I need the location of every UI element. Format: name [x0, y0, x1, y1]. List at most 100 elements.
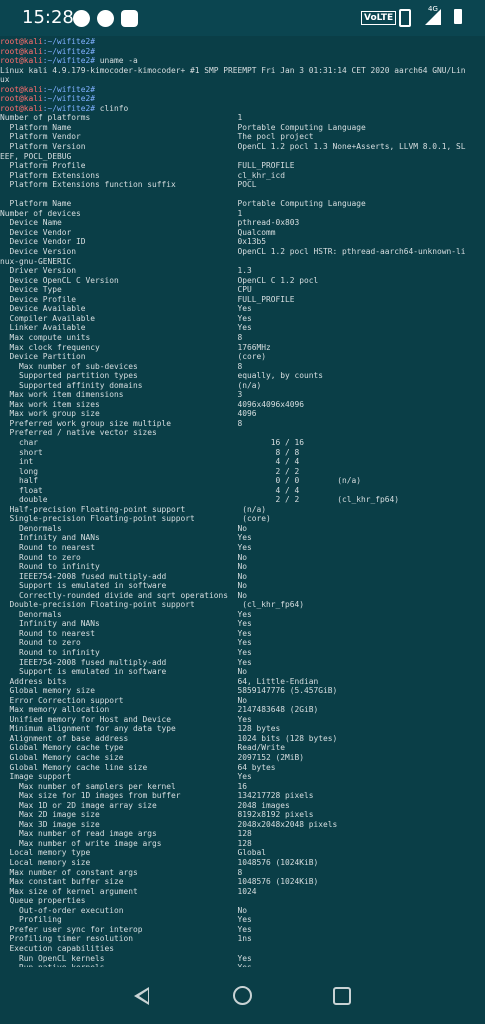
network-type: 4G	[428, 5, 438, 13]
terminal-output-line: Global memory size 5859147776 (5.457GiB)	[0, 686, 338, 696]
terminal-output-line: Queue properties	[0, 896, 86, 906]
terminal-output-line: Platform Version OpenCL 1.2 pocl 1.3 Non…	[0, 142, 466, 152]
terminal-output[interactable]: root@kali:~/wifite2# root@kali:~/wifite2#…	[0, 37, 485, 967]
terminal-output-line: long 2 / 2	[0, 466, 300, 476]
vpn-lock-icon	[121, 10, 138, 27]
terminal-output-line: Half-precision Floating-point support (n…	[0, 504, 267, 514]
terminal-output-line: ux	[0, 75, 10, 85]
terminal-output-line: Correctly-rounded divide and sqrt operat…	[0, 590, 248, 600]
terminal-output-line: Round to zero Yes	[0, 638, 252, 648]
terminal-output-line: Infinity and NANs Yes	[0, 619, 252, 629]
terminal-output-line: Device OpenCL C Version OpenCL C 1.2 poc…	[0, 275, 319, 285]
prompt-user: root@kali	[0, 94, 43, 104]
terminal-output-line: Run native kernels Yes	[0, 963, 485, 967]
terminal-output-line: Linux kali 4.9.179-kimocoder-kimocoder+ …	[0, 65, 466, 75]
terminal-output-line: Round to zero No	[0, 552, 248, 562]
terminal-output-line: Max number of samplers per kernel 16	[0, 781, 248, 791]
terminal-output-line: Device Vendor ID 0x13b5	[0, 237, 267, 247]
terminal-output-line: short 8 / 8	[0, 447, 300, 457]
terminal-output-line: Local memory size 1048576 (1024KiB)	[0, 858, 319, 868]
terminal-output-line: Device Available Yes	[0, 304, 252, 314]
terminal-output-line: Profiling Yes	[0, 915, 252, 925]
terminal-prompt-line: root@kali:~/wifite2#	[0, 47, 485, 57]
terminal-output-line: Max 2D image size 8192x8192 pixels	[0, 810, 314, 820]
prompt-path: :~/wifite2#	[42, 103, 96, 113]
terminal-output-line: Error Correction support No	[0, 695, 248, 705]
prompt-path: :~/wifite2#	[42, 84, 96, 94]
back-icon	[139, 990, 148, 1002]
terminal-output-line: Max work item sizes 4096x4096x4096	[0, 399, 305, 409]
terminal-output-line: Device Type CPU	[0, 285, 252, 295]
snapchat-icon	[97, 10, 114, 27]
recents-button[interactable]	[333, 987, 351, 1005]
terminal-output-line: Preferred / native vector sizes	[0, 428, 157, 438]
terminal-output-line: Out-of-order execution No	[0, 905, 248, 915]
terminal-output-line: Max clock frequency 1766MHz	[0, 342, 271, 352]
terminal-output-line: Profiling timer resolution 1ns	[0, 934, 252, 944]
terminal-output-line: Double-precision Floating-point support …	[0, 600, 305, 610]
terminal-output-line: Device Profile FULL_PROFILE	[0, 294, 295, 304]
terminal-output-line: Supported partition types equally, by co…	[0, 371, 324, 381]
terminal-output-line: Platform Name Portable Computing Languag…	[0, 122, 366, 132]
home-button[interactable]	[233, 986, 252, 1005]
terminal-output-line: nux-gnu-GENERIC	[0, 256, 72, 266]
command-text: clinfo	[95, 103, 129, 113]
terminal-output-line: Single-precision Floating-point support …	[0, 514, 271, 524]
terminal-output-line: Max number of sub-devices 8	[0, 361, 243, 371]
terminal-prompt-line: root@kali:~/wifite2#	[0, 85, 485, 95]
terminal-output-line: Global Memory cache size 2097152 (2MiB)	[0, 753, 305, 763]
terminal-output-line: char 16 / 16	[0, 437, 305, 447]
terminal-output-line: Linker Available Yes	[0, 323, 252, 333]
terminal-output-line: Round to infinity No	[0, 562, 248, 572]
vibrate-icon	[399, 9, 411, 27]
prompt-path: :~/wifite2#	[42, 37, 96, 46]
terminal-output-line: Platform Extensions function suffix POCL	[0, 180, 257, 190]
terminal-output-line: Preferred work group size multiple 8	[0, 418, 243, 428]
terminal-output-line: Driver Version 1.3	[0, 266, 252, 276]
status-bar: 15:28 VoLTE 4G	[0, 0, 485, 36]
terminal-output-line: Support is emulated in software No	[0, 581, 248, 591]
prompt-user: root@kali	[0, 84, 43, 94]
command-text: uname -a	[95, 56, 138, 66]
terminal-output-line: Alignment of base address 1024 bits (128…	[0, 733, 338, 743]
terminal-output-line: Run OpenCL kernels Yes	[0, 953, 252, 963]
prompt-user: root@kali	[0, 56, 43, 66]
terminal-output-line: Device Vendor Qualcomm	[0, 227, 276, 237]
terminal-output-line: Max memory allocation 2147483648 (2GiB)	[0, 705, 319, 715]
terminal-output-line: Address bits 64, Little-Endian	[0, 676, 319, 686]
message-icon	[73, 10, 90, 27]
terminal-output-line: Platform Profile FULL_PROFILE	[0, 161, 295, 171]
terminal-output-line: Max work item dimensions 3	[0, 390, 243, 400]
terminal-output-line: Round to nearest Yes	[0, 628, 252, 638]
volte-badge: VoLTE	[361, 11, 397, 25]
terminal-output-line: Prefer user sync for interop Yes	[0, 924, 252, 934]
terminal-output-line: double 2 / 2 (cl_khr_fp64)	[0, 495, 400, 505]
terminal-output-line: Round to infinity Yes	[0, 648, 252, 657]
terminal-output-line: Max number of write image args 128	[0, 838, 252, 848]
prompt-path: :~/wifite2#	[42, 56, 96, 66]
terminal-output-line: Max number of constant args 8	[0, 867, 243, 877]
terminal-output-line: Denormals No	[0, 523, 248, 533]
terminal-output-line: Max 1D or 2D image array size 2048 image…	[0, 800, 290, 810]
terminal-output-line: Local memory type Global	[0, 848, 267, 858]
terminal-prompt-line: root@kali:~/wifite2#	[0, 94, 485, 104]
terminal-output-line: Device Partition (core)	[0, 352, 267, 362]
terminal-prompt-line: root@kali:~/wifite2# uname -a	[0, 56, 485, 66]
terminal-output-line: Max compute units 8	[0, 332, 243, 342]
terminal-prompt-line: root@kali:~/wifite2# clinfo	[0, 104, 485, 114]
terminal-output-line: float 4 / 4	[0, 485, 300, 495]
terminal-output-line: Device Version OpenCL 1.2 pocl HSTR: pth…	[0, 247, 466, 257]
terminal-output-line: IEEE754-2008 fused multiply-add Yes	[0, 657, 252, 667]
terminal-output-line: Max number of read image args 128	[0, 829, 252, 839]
terminal-output-line: Infinity and NANs Yes	[0, 533, 252, 543]
battery-icon	[454, 9, 462, 24]
terminal-output-line: EEF, POCL_DEBUG	[0, 151, 72, 161]
terminal-output-line: Max size for 1D images from buffer 13421…	[0, 791, 314, 801]
prompt-user: root@kali	[0, 103, 43, 113]
terminal-output-line: Device Name pthread-0x803	[0, 218, 300, 228]
terminal-output-line: Number of platforms 1	[0, 113, 243, 123]
prompt-user: root@kali	[0, 46, 43, 56]
terminal-output-line: Compiler Available Yes	[0, 313, 252, 323]
terminal-output-line: Round to nearest Yes	[0, 542, 252, 552]
